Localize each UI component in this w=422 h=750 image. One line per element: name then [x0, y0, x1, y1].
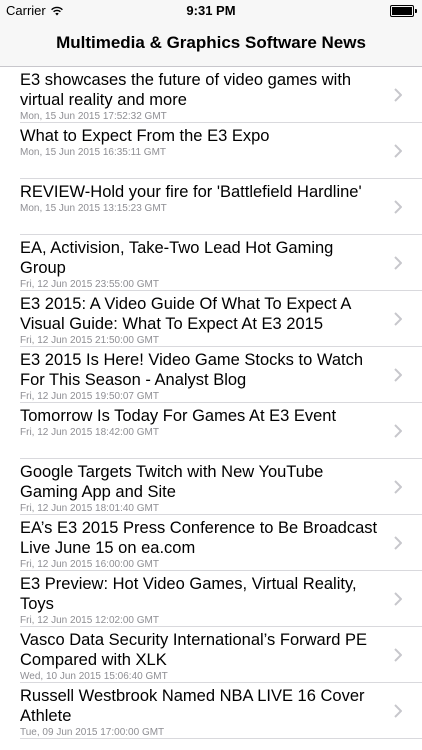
battery-icon [390, 5, 417, 17]
chevron-right-icon [394, 648, 402, 662]
chevron-right-icon [394, 424, 402, 438]
article-date: Mon, 15 Jun 2015 16:35:11 GMT [20, 147, 167, 158]
list-item[interactable]: Tomorrow Is Today For Games At E3 Event … [0, 403, 422, 459]
chevron-right-icon [394, 200, 402, 214]
status-time: 9:31 PM [186, 3, 236, 18]
list-item[interactable]: E3 showcases the future of video games w… [0, 67, 422, 123]
chevron-right-icon [394, 312, 402, 326]
article-date: Fri, 12 Jun 2015 23:55:00 GMT [20, 279, 159, 290]
article-date: Mon, 15 Jun 2015 17:52:32 GMT [20, 111, 167, 122]
article-date: Fri, 12 Jun 2015 21:50:00 GMT [20, 335, 159, 346]
article-title: E3 showcases the future of video games w… [20, 71, 352, 109]
article-date: Mon, 15 Jun 2015 13:15:23 GMT [20, 203, 167, 214]
list-item[interactable]: EA’s E3 2015 Press Conference to Be Broa… [0, 515, 422, 571]
article-title: EA’s E3 2015 Press Conference to Be Broa… [20, 519, 378, 557]
chevron-right-icon [394, 536, 402, 550]
article-title: Russell Westbrook Named NBA LIVE 16 Cove… [20, 687, 365, 725]
page-title: Multimedia & Graphics Software News [56, 33, 366, 52]
article-title: E3 2015 Is Here! Video Game Stocks to Wa… [20, 351, 364, 389]
article-date: Fri, 12 Jun 2015 18:42:00 GMT [20, 427, 159, 438]
list-item[interactable]: Vasco Data Security International’s Forw… [0, 627, 422, 683]
article-list: E3 showcases the future of video games w… [0, 67, 422, 739]
list-item[interactable]: EA, Activision, Take-Two Lead Hot Gaming… [0, 235, 422, 291]
article-title: E3 Preview: Hot Video Games, Virtual Rea… [20, 575, 357, 613]
chevron-right-icon [394, 368, 402, 382]
article-date: Fri, 12 Jun 2015 18:01:40 GMT [20, 503, 159, 514]
article-title: What to Expect From the E3 Expo [20, 127, 270, 145]
list-item[interactable]: E3 2015 Is Here! Video Game Stocks to Wa… [0, 347, 422, 403]
list-item[interactable]: E3 2015: A Video Guide Of What To Expect… [0, 291, 422, 347]
chevron-right-icon [394, 592, 402, 606]
article-date: Wed, 10 Jun 2015 15:06:40 GMT [20, 671, 168, 682]
article-title: REVIEW-Hold your fire for 'Battlefield H… [20, 183, 362, 201]
chevron-right-icon [394, 88, 402, 102]
chevron-right-icon [394, 144, 402, 158]
article-title: EA, Activision, Take-Two Lead Hot Gaming… [20, 239, 334, 277]
list-item[interactable]: Russell Westbrook Named NBA LIVE 16 Cove… [0, 683, 422, 739]
article-date: Fri, 12 Jun 2015 12:02:00 GMT [20, 615, 159, 626]
chevron-right-icon [394, 256, 402, 270]
article-title: E3 2015: A Video Guide Of What To Expect… [20, 295, 351, 333]
list-item[interactable]: Google Targets Twitch with New YouTube G… [0, 459, 422, 515]
status-bar: Carrier 9:31 PM [0, 0, 422, 20]
article-title: Vasco Data Security International’s Forw… [20, 631, 367, 669]
article-date: Fri, 12 Jun 2015 16:00:00 GMT [20, 559, 159, 570]
chevron-right-icon [394, 480, 402, 494]
list-item[interactable]: What to Expect From the E3 Expo Mon, 15 … [0, 123, 422, 179]
chevron-right-icon [394, 704, 402, 718]
article-title: Tomorrow Is Today For Games At E3 Event [20, 407, 337, 425]
list-item[interactable]: E3 Preview: Hot Video Games, Virtual Rea… [0, 571, 422, 627]
navigation-bar: Multimedia & Graphics Software News [0, 20, 422, 67]
list-item[interactable]: REVIEW-Hold your fire for 'Battlefield H… [0, 179, 422, 235]
article-title: Google Targets Twitch with New YouTube G… [20, 463, 324, 501]
article-date: Fri, 12 Jun 2015 19:50:07 GMT [20, 391, 159, 402]
article-date: Tue, 09 Jun 2015 17:00:00 GMT [20, 727, 165, 738]
